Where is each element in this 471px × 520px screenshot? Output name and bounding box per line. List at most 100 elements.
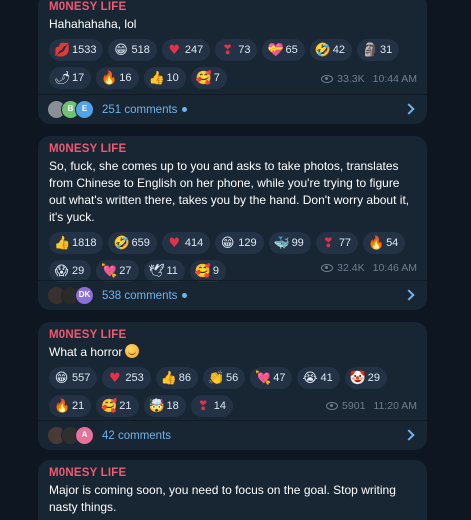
reaction-count: 99: [291, 237, 304, 249]
heart-ribbon-icon: 💝: [267, 42, 284, 58]
heart-exclamation-icon: ❣: [322, 235, 334, 251]
reaction-chip[interactable]: 🤣 659: [108, 232, 157, 254]
reaction-count: 129: [238, 237, 257, 249]
rofl-face-icon: 🤣: [113, 235, 130, 251]
reaction-count: 247: [184, 44, 204, 56]
red-heart-icon: ♥: [168, 235, 181, 251]
smiling-hearts-face-icon: 🥰: [101, 398, 118, 414]
clown-face-icon: 🤡: [349, 370, 366, 386]
reaction-chip[interactable]: ❣ 73: [215, 39, 258, 61]
heart-exclamation-icon: ❣: [197, 398, 209, 414]
screaming-face-icon: 😱: [54, 263, 69, 279]
comments-bar[interactable]: BE 251 comments: [38, 94, 427, 124]
post-author[interactable]: M0NESY LIFE: [49, 0, 417, 15]
reaction-chip[interactable]: 👍 86: [155, 367, 198, 389]
reaction-count: 16: [119, 72, 132, 84]
comments-count[interactable]: 42 comments: [102, 430, 171, 442]
reaction-chip[interactable]: 👍 10: [143, 67, 186, 89]
reaction-count: 77: [338, 237, 352, 249]
reaction-count: 21: [72, 400, 85, 412]
comments-count[interactable]: 538 comments: [102, 290, 188, 302]
fire-icon: 🔥: [368, 235, 385, 251]
reaction-count: 10: [166, 72, 179, 84]
red-heart-icon: ♥: [168, 42, 181, 58]
reaction-chip[interactable]: ❣ 77: [315, 232, 359, 254]
post-3: M0NESY LIFE What a horror 😁 557 ♥ 253 👍 86 👏 56…: [38, 322, 427, 450]
avatar: DK: [75, 286, 94, 305]
reaction-count: 9: [212, 265, 220, 277]
thumbs-up-icon: 👍: [160, 370, 177, 386]
reaction-chip[interactable]: 🔥 54: [363, 232, 406, 254]
views-eye-icon: [321, 75, 334, 83]
reaction-chip[interactable]: ♥ 253: [102, 367, 151, 389]
heart-ribbon-icon: 💘: [255, 370, 272, 386]
reaction-chip[interactable]: 🐳 99: [268, 232, 311, 254]
reaction-count: 7: [213, 72, 220, 84]
comments-count[interactable]: 251 comments: [102, 104, 188, 116]
reaction-chip[interactable]: 💘 27: [96, 260, 139, 282]
reaction-count: 1818: [72, 237, 97, 249]
post-4: M0NESY LIFE Major is coming soon, you ne…: [38, 460, 427, 520]
reaction-count: 518: [131, 44, 150, 56]
reaction-count: 11: [166, 265, 178, 277]
reaction-count: 659: [131, 237, 150, 249]
reaction-count: 42: [332, 44, 345, 56]
reaction-chip[interactable]: 🔥 21: [49, 395, 92, 417]
reaction-chip[interactable]: 🗿 31: [356, 39, 400, 61]
reaction-chip[interactable]: 🥰 7: [190, 67, 227, 89]
reaction-chip[interactable]: 🤣 42: [309, 39, 352, 61]
reaction-chip[interactable]: 🤯 18: [143, 395, 186, 417]
reaction-count: 557: [72, 372, 91, 384]
reaction-chip[interactable]: 💝 65: [262, 39, 305, 61]
chevron-right-icon[interactable]: [403, 289, 415, 301]
reaction-chip[interactable]: 😁 557: [49, 367, 98, 389]
reaction-chip[interactable]: 😁 129: [215, 232, 264, 254]
reaction-count: 31: [379, 44, 393, 56]
reaction-chip[interactable]: 💋 1533: [49, 39, 104, 61]
post-author[interactable]: M0NESY LIFE: [49, 328, 417, 343]
post-author[interactable]: M0NESY LIFE: [49, 142, 417, 157]
post-text: Major is coming soon, you need to focus …: [49, 483, 396, 514]
reaction-count: 29: [72, 265, 85, 277]
comments-bar[interactable]: DK 538 comments: [38, 280, 427, 310]
post-author[interactable]: M0NESY LIFE: [49, 466, 417, 481]
reaction-chip[interactable]: 👏 56: [202, 367, 246, 389]
reaction-chip[interactable]: 🔥 16: [96, 67, 139, 89]
clapping-hands-icon: 👏: [207, 370, 225, 386]
views-eye-icon: [321, 264, 334, 272]
unread-dot-icon: [182, 292, 188, 298]
reaction-count: 54: [386, 237, 399, 249]
avatar: A: [75, 426, 94, 445]
reaction-chip[interactable]: 🌶 17: [49, 67, 92, 89]
reaction-count: 86: [178, 372, 191, 384]
reaction-chip[interactable]: 🤡 29: [344, 367, 387, 389]
reaction-chip[interactable]: ♥ 414: [161, 232, 211, 254]
reaction-chip[interactable]: 😭 41: [297, 367, 340, 389]
smiling-hearts-face-icon: 🥰: [195, 70, 212, 86]
reactions-row: 👍 1818 🤣 659 ♥ 414 😁 129 🐳 99 ❣ 77 🔥 54 😱 29 💘 27 🕊 11 🥰 9: [49, 232, 417, 282]
reaction-count: 21: [119, 400, 132, 412]
chevron-right-icon[interactable]: [403, 429, 415, 441]
post-text: So, fuck, she comes up to you and asks t…: [49, 159, 410, 224]
chevron-right-icon[interactable]: [403, 103, 415, 115]
fire-icon: 🔥: [101, 70, 118, 86]
reaction-chip[interactable]: ♥ 247: [161, 39, 211, 61]
reaction-chip[interactable]: 🥰 9: [189, 260, 227, 282]
reaction-chip[interactable]: ❣ 14: [190, 395, 233, 417]
reaction-chip[interactable]: 🥰 21: [96, 395, 139, 417]
avatar: E: [75, 100, 94, 119]
reaction-chip[interactable]: 😁 518: [108, 39, 157, 61]
rofl-face-icon: 🤣: [314, 42, 331, 58]
smiling-hearts-face-icon: 🥰: [194, 263, 212, 279]
post-meta: 33.3K 10:44 AM: [321, 73, 417, 85]
reaction-count: 1533: [72, 44, 97, 56]
crying-face-icon: 😭: [302, 370, 318, 386]
reaction-chip[interactable]: 👍 1818: [49, 232, 104, 254]
reaction-count: 18: [166, 400, 179, 412]
dove-icon: 🕊: [148, 263, 166, 279]
reaction-chip[interactable]: 💘 47: [250, 367, 293, 389]
reaction-chip[interactable]: 🕊 11: [143, 260, 185, 282]
reaction-chip[interactable]: 😱 29: [49, 260, 92, 282]
views-count: 32.4K: [337, 262, 365, 274]
comments-bar[interactable]: A 42 comments: [38, 420, 427, 450]
